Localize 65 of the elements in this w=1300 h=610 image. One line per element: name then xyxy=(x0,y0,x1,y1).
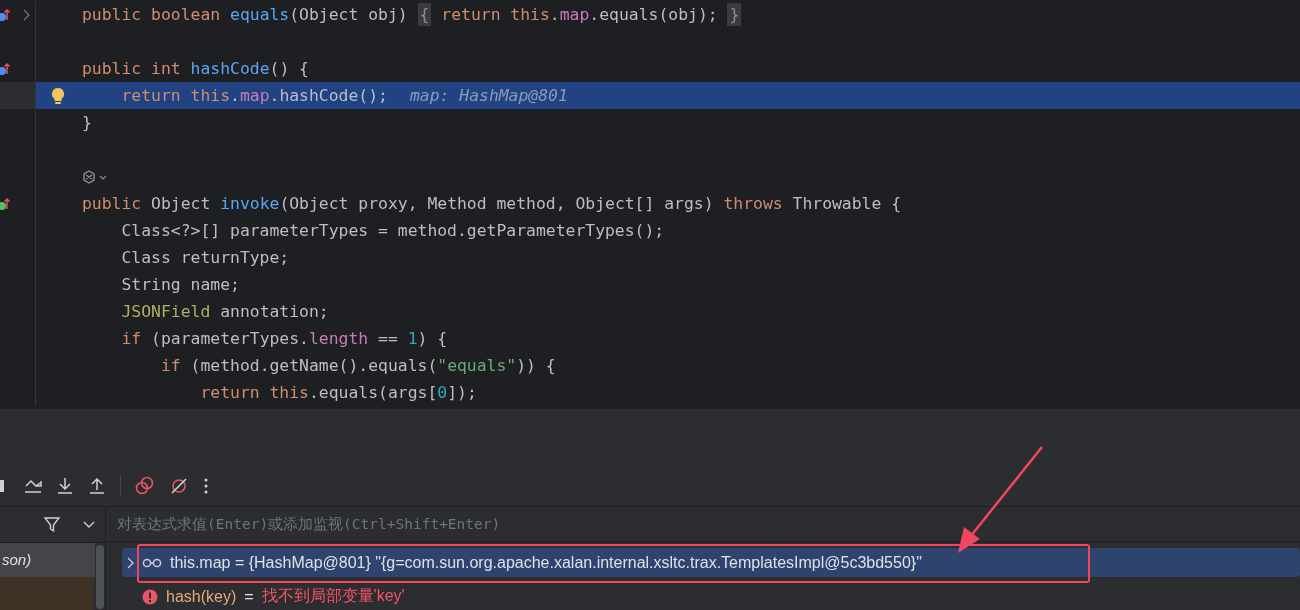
code-token: map xyxy=(239,86,270,105)
glasses-icon xyxy=(142,557,162,568)
code-token: == xyxy=(377,329,399,348)
mute-breakpoints-icon[interactable] xyxy=(169,476,189,496)
code-token: ]); xyxy=(447,383,477,402)
equals-sign: = xyxy=(244,587,254,606)
code-token: (Object obj) xyxy=(289,5,409,24)
code-token: (method.getName().equals( xyxy=(189,356,438,375)
code-token: public xyxy=(82,194,143,213)
code-token: return this xyxy=(120,86,231,105)
code-token: map xyxy=(559,5,590,24)
code-token: )) { xyxy=(516,356,556,375)
code-token: Class<?>[] parameterTypes = method.getParameterTypes(); xyxy=(120,221,665,240)
ai-assist-icon[interactable] xyxy=(82,169,108,184)
watch-value: this.map = {HashMap@801} "{g=com.sun.org.apache.xalan.internal.xsltc.trax.TemplatesImpl@5c3bd550}" xyxy=(170,553,922,572)
watch-row[interactable]: this.map = {HashMap@801} "{g=com.sun.org.apache.xalan.internal.xsltc.trax.TemplatesImpl@5c3bd550}" xyxy=(122,548,1300,577)
breakpoints-icon[interactable] xyxy=(135,476,155,496)
code-token: 1 xyxy=(407,329,418,348)
stack-frame-item[interactable]: son) xyxy=(0,543,95,577)
code-token: Throwable { xyxy=(791,194,902,213)
chevron-right-icon[interactable] xyxy=(22,8,30,21)
code-token: return this xyxy=(440,5,550,24)
code-token: if xyxy=(159,356,181,375)
code-token: Object xyxy=(151,194,212,213)
code-token: 0 xyxy=(437,383,448,402)
code-token: (Object proxy, Method method, Object[] args) xyxy=(279,194,715,213)
code-token: JSONField xyxy=(120,302,211,321)
scrollbar[interactable] xyxy=(96,545,104,609)
step-into-icon[interactable] xyxy=(56,477,74,495)
code-token: "equals" xyxy=(437,356,517,375)
more-options-icon[interactable] xyxy=(203,477,209,495)
override-marker-icon[interactable] xyxy=(0,7,10,22)
code-token: . xyxy=(230,86,240,105)
error-icon xyxy=(142,588,158,605)
code-token: Class returnType; xyxy=(120,248,290,267)
code-token: length xyxy=(309,329,369,348)
override-marker-icon[interactable] xyxy=(0,196,10,211)
code-token: hashCode xyxy=(190,59,270,78)
code-token: } xyxy=(82,113,92,132)
step-over-icon[interactable] xyxy=(24,478,42,494)
code-token: .hashCode(); xyxy=(269,86,388,105)
filter-icon[interactable] xyxy=(43,515,61,534)
inline-debug-value: map: HashMap@801 xyxy=(409,86,568,105)
code-token: throws xyxy=(723,194,783,213)
watch-name: hash(key) xyxy=(166,587,237,606)
code-token: annotation; xyxy=(219,302,329,321)
code-token: String name; xyxy=(120,275,240,294)
code-token: if xyxy=(120,329,142,348)
chevron-down-icon[interactable] xyxy=(83,520,95,529)
code-token: (parameterTypes. xyxy=(150,329,309,348)
code-token: .equals(args[ xyxy=(308,383,438,402)
stop-icon[interactable] xyxy=(0,478,6,494)
code-token: . xyxy=(549,5,560,24)
code-token: equals xyxy=(230,5,290,24)
code-token: return this xyxy=(199,383,309,402)
error-message: 找不到局部变量'key' xyxy=(261,586,405,606)
override-marker-icon[interactable] xyxy=(0,61,10,76)
code-token: public boolean xyxy=(82,5,222,24)
lightbulb-icon[interactable] xyxy=(51,86,65,105)
code-token: invoke xyxy=(220,194,280,213)
code-token: () { xyxy=(269,59,309,78)
step-out-icon[interactable] xyxy=(88,477,106,495)
code-token: ) { xyxy=(417,329,448,348)
code-token: .equals(obj); xyxy=(589,5,719,24)
code-token: public int xyxy=(82,59,182,78)
